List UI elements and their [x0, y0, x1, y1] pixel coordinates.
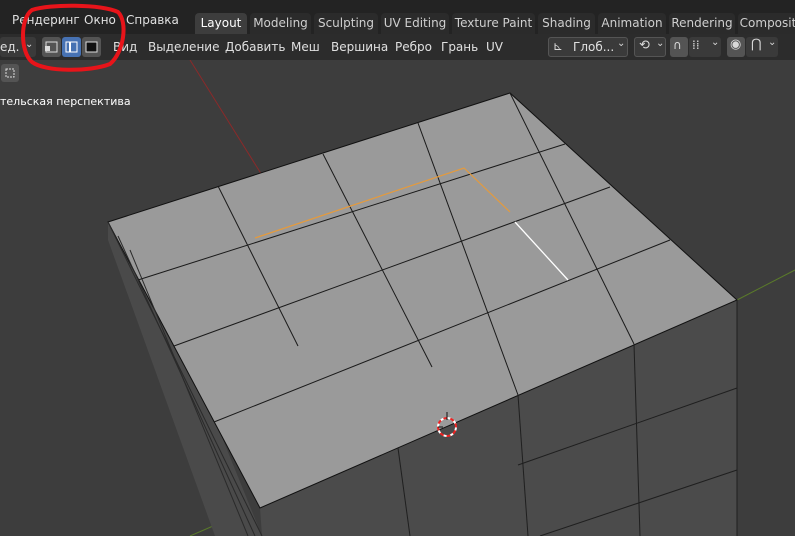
menu-uv[interactable]: UV	[486, 40, 503, 54]
pivot-icon: ⟲	[639, 38, 650, 53]
x-axis-line	[736, 269, 795, 301]
chevron-down-icon: ⌄	[711, 37, 720, 48]
falloff-curve-icon: ⋂	[751, 37, 762, 52]
proportional-edit-button[interactable]: ◉	[727, 37, 745, 57]
tab-sculpting[interactable]: Sculpting	[314, 13, 378, 34]
menu-view[interactable]: Вид	[113, 40, 137, 54]
edge-select-button[interactable]	[62, 37, 81, 57]
menu-face[interactable]: Грань	[441, 40, 478, 54]
menu-help[interactable]: Справка	[126, 13, 179, 27]
face-select-icon	[85, 41, 98, 53]
chevron-down-icon: ⌄	[25, 39, 34, 50]
vertex-select-button[interactable]	[42, 37, 61, 57]
chevron-down-icon: ⌄	[768, 37, 777, 48]
viewport-3d[interactable]	[0, 0, 795, 536]
select-box-tool-icon[interactable]	[1, 64, 19, 82]
menu-edge[interactable]: Ребро	[395, 40, 432, 54]
chevron-down-icon: ⌄	[617, 38, 626, 49]
tab-shading[interactable]: Shading	[538, 13, 595, 34]
viewport-header: ед. ⌄ Вид Выделение Добавить Меш Вершина…	[0, 34, 795, 60]
edge-select-icon	[65, 41, 78, 53]
mode-label: ед.	[0, 40, 20, 54]
tab-layout[interactable]: Layout	[195, 13, 247, 34]
menu-window[interactable]: Окно	[84, 13, 116, 27]
top-bar: Рендеринг Окно Справка Layout Modeling S…	[0, 0, 795, 34]
menu-select[interactable]: Выделение	[148, 40, 219, 54]
menu-vertex[interactable]: Вершина	[331, 40, 388, 54]
proportional-edit-icon: ◉	[730, 37, 742, 52]
falloff-dropdown[interactable]: ⋂ ⌄	[746, 37, 778, 57]
tab-animation[interactable]: Animation	[598, 13, 666, 34]
orientation-label: Глоб...	[573, 40, 615, 54]
vertex-select-icon	[45, 41, 58, 53]
snap-target-dropdown[interactable]: ⁞⁞ ⌄	[689, 37, 721, 57]
snap-increment-icon: ⁞⁞	[692, 38, 700, 52]
face-select-button[interactable]	[82, 37, 101, 57]
transform-orientation-dropdown[interactable]: ⊾ Глоб... ⌄	[548, 37, 628, 57]
tab-rendering[interactable]: Rendering	[669, 13, 735, 34]
menu-mesh[interactable]: Меш	[291, 40, 320, 54]
magnet-icon: ∩	[673, 38, 682, 52]
tab-texture-paint[interactable]: Texture Paint	[452, 13, 535, 34]
menu-render[interactable]: Рендеринг	[12, 13, 80, 27]
viewport-perspective-label: тельская перспектива	[0, 95, 131, 108]
chevron-down-icon: ⌄	[656, 38, 665, 49]
tab-compositing[interactable]: Composit	[738, 13, 795, 34]
mode-dropdown[interactable]: ед. ⌄	[0, 37, 36, 57]
menu-add[interactable]: Добавить	[225, 40, 285, 54]
orientation-icon: ⊾	[553, 39, 564, 53]
tab-uv-editing[interactable]: UV Editing	[381, 13, 449, 34]
pivot-point-dropdown[interactable]: ⟲ ⌄	[634, 37, 666, 57]
snap-toggle-button[interactable]: ∩	[670, 37, 688, 57]
y-axis-line	[189, 59, 266, 181]
tab-modeling[interactable]: Modeling	[250, 13, 311, 34]
